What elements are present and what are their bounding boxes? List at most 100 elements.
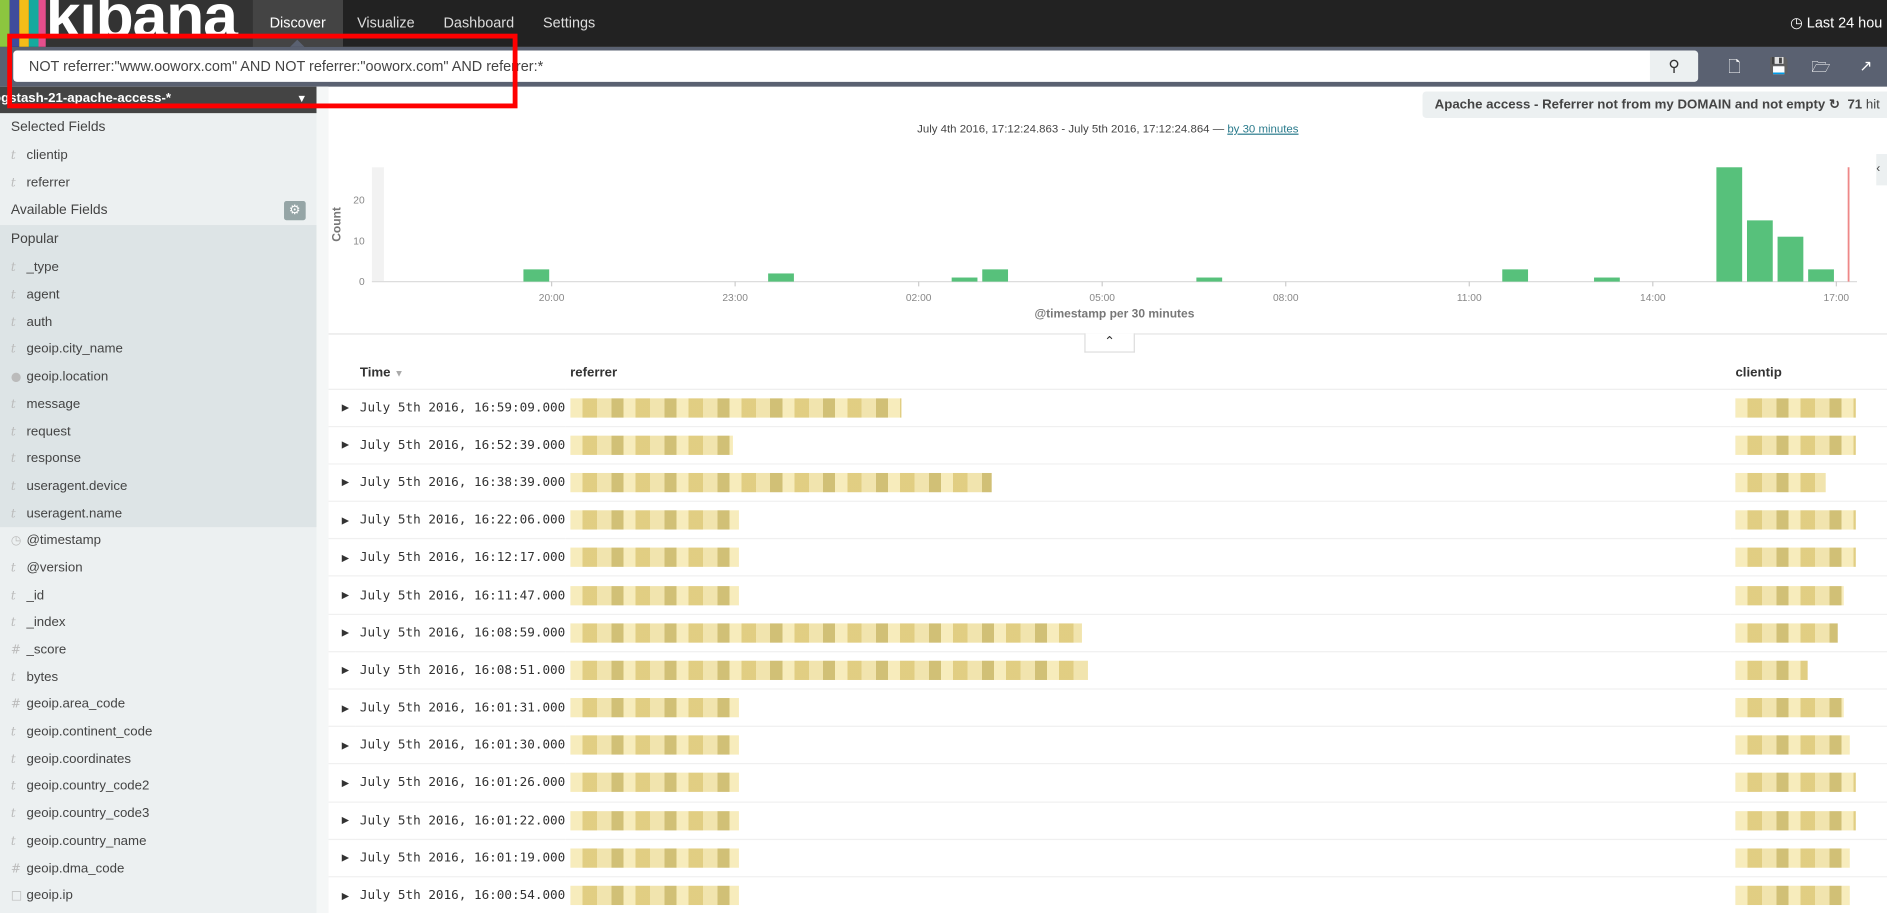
table-row[interactable]: ▶ July 5th 2016, 16:38:39.000 — [328, 463, 1887, 502]
field--timestamp[interactable]: ◷ @timestamp — [0, 527, 317, 554]
expand-row-icon[interactable]: ▶ — [328, 876, 356, 913]
string-type-icon: t — [10, 807, 16, 821]
field-bytes[interactable]: t bytes — [0, 664, 317, 691]
table-row[interactable]: ▶ July 5th 2016, 16:08:59.000 — [328, 613, 1887, 653]
table-row[interactable]: ▶ July 5th 2016, 16:59:09.000 — [328, 388, 1887, 427]
expand-row-icon[interactable]: ▶ — [328, 726, 356, 765]
time-range-label: July 4th 2016, 17:12:24.863 - July 5th 2… — [917, 122, 1299, 136]
redacted-clientip — [1735, 585, 1844, 605]
new-document-icon[interactable]: 🗋 — [1728, 57, 1741, 83]
interval-link[interactable]: by 30 minutes — [1227, 123, 1298, 136]
field-geoip-location[interactable]: ● geoip.location — [0, 364, 317, 391]
histogram-bar — [1777, 236, 1804, 282]
expand-row-icon[interactable]: ▶ — [328, 764, 356, 803]
number-type-icon: # — [10, 862, 21, 876]
table-row[interactable]: ▶ July 5th 2016, 16:12:17.000 — [328, 538, 1887, 578]
string-type-icon: t — [10, 398, 16, 412]
field-geoip-country-name[interactable]: t geoip.country_name — [0, 828, 317, 855]
expand-row-icon[interactable]: ▶ — [328, 388, 356, 427]
expand-row-icon[interactable]: ▶ — [328, 839, 356, 878]
table-row[interactable]: ▶ July 5th 2016, 16:00:54.000 — [328, 876, 1887, 913]
field-geoip-city-name[interactable]: t geoip.city_name — [0, 336, 317, 363]
field--version[interactable]: t @version — [0, 555, 317, 582]
field-geoip-ip[interactable]: □ geoip.ip — [0, 882, 317, 909]
field-auth[interactable]: t auth — [0, 309, 317, 336]
field--score[interactable]: # _score — [0, 637, 317, 664]
field-geoip-continent-code[interactable]: t geoip.continent_code — [0, 719, 317, 746]
field-useragent-name[interactable]: t useragent.name — [0, 500, 317, 527]
expand-row-icon[interactable]: ▶ — [328, 426, 356, 465]
field-request[interactable]: t request — [0, 418, 317, 445]
string-type-icon: t — [10, 835, 16, 849]
field--type[interactable]: t _type — [0, 254, 317, 281]
string-type-icon: t — [10, 425, 16, 439]
x-tick-label: 14:00 — [1640, 293, 1666, 304]
histogram-chart: 0 10 20 Count 20:00 23:00 02:00 05:00 08:00 11:00… — [330, 167, 1858, 321]
table-row[interactable]: ▶ July 5th 2016, 16:01:26.000 — [328, 764, 1887, 803]
expand-row-icon[interactable]: ▶ — [328, 501, 356, 540]
gear-icon[interactable]: ⚙ — [284, 201, 306, 221]
legend-toggle[interactable]: ‹ — [1876, 154, 1887, 186]
column-header-time[interactable]: Time ▼ — [355, 357, 566, 390]
table-row[interactable]: ▶ July 5th 2016, 16:01:22.000 — [328, 801, 1887, 840]
field-response[interactable]: t response — [0, 446, 317, 473]
field-geoip-country-code3[interactable]: t geoip.country_code3 — [0, 800, 317, 827]
histogram-bar — [523, 269, 550, 282]
table-row[interactable]: ▶ July 5th 2016, 16:01:19.000 — [328, 839, 1887, 878]
field-sidebar: ogstash-21-apache-access-* ▼ Selected Fie… — [0, 86, 317, 913]
sidebar-collapse-handle[interactable] — [316, 86, 329, 913]
y-tick-label: 20 — [353, 196, 365, 207]
field-agent[interactable]: t agent — [0, 282, 317, 309]
table-row[interactable]: ▶ July 5th 2016, 16:08:51.000 — [328, 651, 1887, 690]
expand-row-icon[interactable]: ▶ — [328, 463, 356, 502]
collapse-chart-button[interactable]: ⌃ — [1084, 333, 1135, 353]
table-row[interactable]: ▶ July 5th 2016, 16:22:06.000 — [328, 501, 1887, 540]
expand-row-icon[interactable]: ▶ — [328, 538, 356, 578]
expand-row-icon[interactable]: ▶ — [328, 651, 356, 690]
share-icon[interactable]: ↗ — [1859, 57, 1872, 76]
redacted-clientip — [1735, 510, 1856, 530]
redacted-clientip — [1735, 397, 1856, 418]
open-folder-icon[interactable]: 🗁 — [1811, 57, 1830, 83]
search-button[interactable]: ⚲ — [1649, 50, 1699, 82]
expand-row-icon[interactable]: ▶ — [328, 689, 356, 728]
field-message[interactable]: t message — [0, 391, 317, 418]
string-type-icon: t — [10, 316, 16, 330]
field--id[interactable]: t _id — [0, 582, 317, 609]
redacted-clientip — [1735, 698, 1844, 718]
field-clientip[interactable]: t clientip — [0, 142, 317, 169]
reload-icon[interactable]: ↻ — [1829, 97, 1840, 111]
histogram-bar — [1502, 269, 1529, 282]
time-picker[interactable]: ◷ Last 24 hou — [1790, 0, 1887, 46]
redacted-referrer — [570, 623, 1082, 643]
sort-caret-icon[interactable]: ▼ — [394, 368, 404, 379]
table-row[interactable]: ▶ July 5th 2016, 16:01:31.000 — [328, 689, 1887, 728]
table-row[interactable]: ▶ July 5th 2016, 16:01:30.000 — [328, 726, 1887, 765]
string-type-icon: t — [10, 725, 16, 740]
ip-type-icon: □ — [10, 889, 23, 903]
nav-tab-settings[interactable]: Settings — [529, 0, 610, 47]
table-row[interactable]: ▶ July 5th 2016, 16:11:47.000 — [328, 576, 1887, 615]
string-type-icon: t — [10, 671, 16, 685]
string-type-icon: t — [10, 507, 16, 521]
save-icon[interactable]: 💾 — [1769, 57, 1788, 76]
column-header-clientip[interactable]: clientip — [1730, 357, 1887, 390]
field-geoip-dma-code[interactable]: # geoip.dma_code — [0, 855, 317, 882]
table-row[interactable]: ▶ July 5th 2016, 16:52:39.000 — [328, 426, 1887, 465]
field-referrer[interactable]: t referrer — [0, 169, 317, 196]
kibana-discover: kibana Discover Visualize Dashboard Setting… — [0, 0, 1887, 913]
field-geoip-country-code2[interactable]: t geoip.country_code2 — [0, 773, 317, 800]
redacted-clientip — [1735, 885, 1850, 906]
expand-row-icon[interactable]: ▶ — [328, 801, 356, 840]
field--index[interactable]: t _index — [0, 609, 317, 636]
histogram-bar — [1594, 277, 1620, 282]
field-geoip-area-code[interactable]: # geoip.area_code — [0, 691, 317, 718]
field-geoip-coordinates[interactable]: t geoip.coordinates — [0, 746, 317, 773]
string-type-icon: t — [10, 753, 16, 767]
expand-row-icon[interactable]: ▶ — [328, 613, 356, 653]
expand-row-icon[interactable]: ▶ — [328, 576, 356, 615]
clock-icon: ◷ — [1790, 14, 1803, 32]
string-type-icon: t — [10, 589, 16, 603]
field-useragent-device[interactable]: t useragent.device — [0, 473, 317, 500]
column-header-referrer[interactable]: referrer — [565, 357, 1731, 390]
